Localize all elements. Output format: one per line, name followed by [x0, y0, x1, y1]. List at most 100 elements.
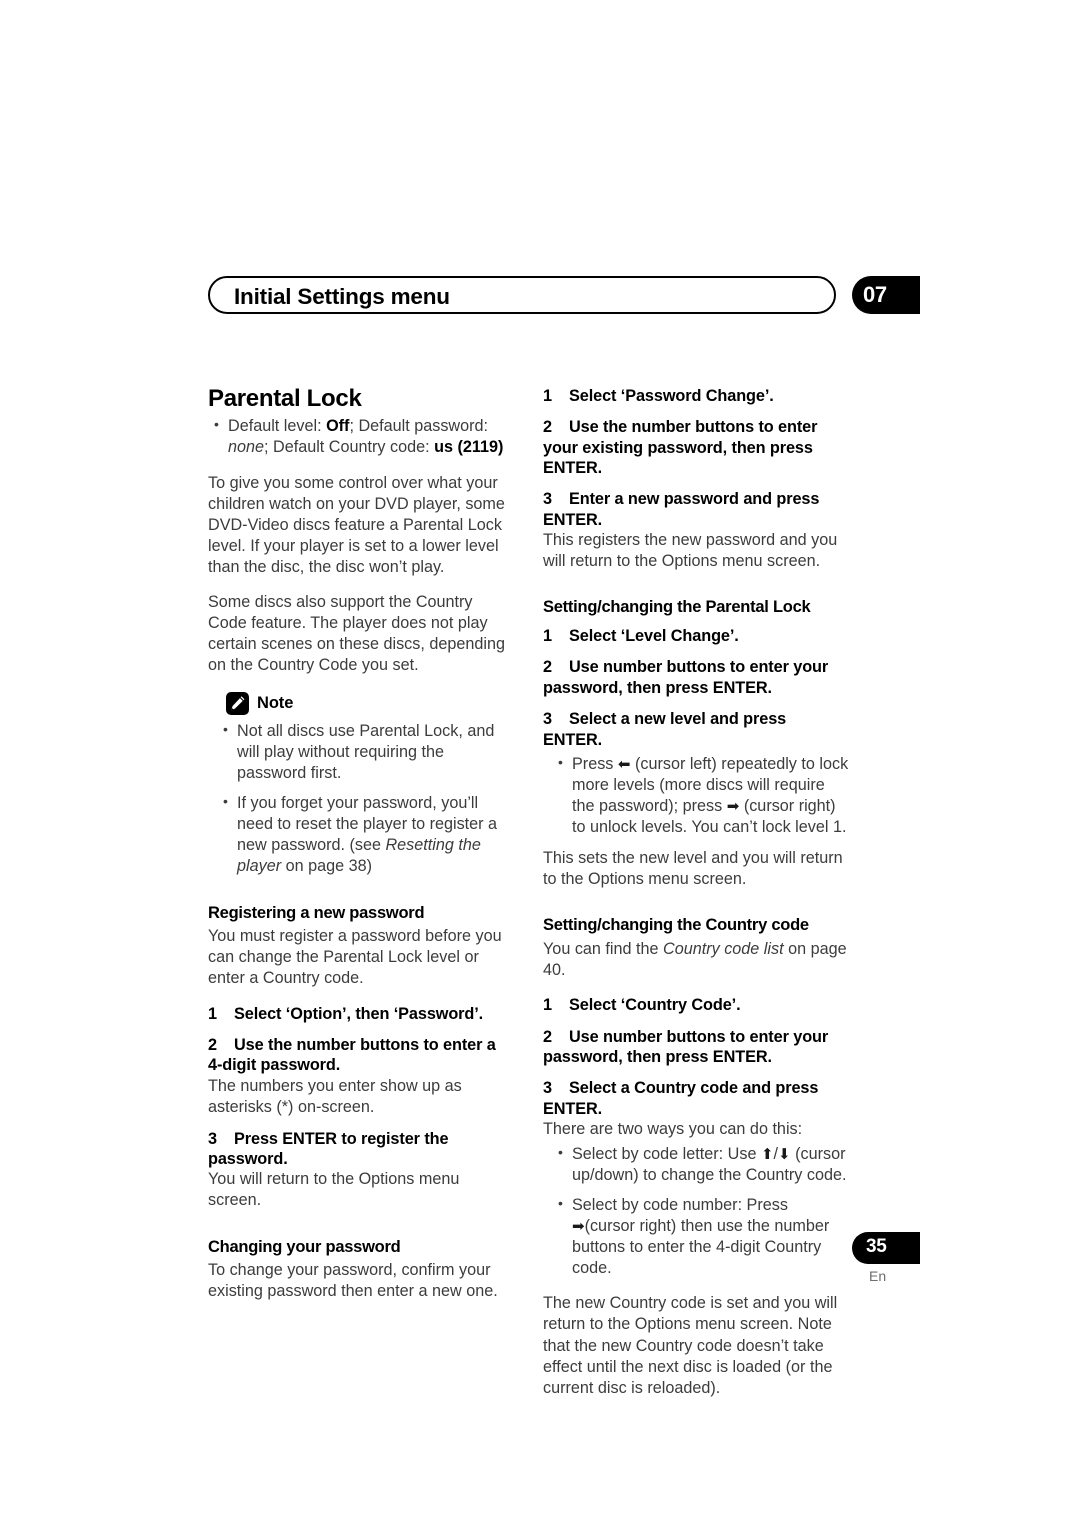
- step-text: Use the number buttons to enter your exi…: [543, 418, 818, 478]
- step-item: 1 Select ‘Country Code’.: [543, 995, 849, 1015]
- chapter-title-pill: Initial Settings menu: [208, 276, 836, 314]
- defaults-mid2: ; Default Country code:: [264, 438, 435, 457]
- step-item: 3 Press ENTER to register the password. Y…: [208, 1129, 514, 1212]
- step-heading: 1 Select ‘Level Change’.: [543, 626, 849, 646]
- note-label: Note: [257, 694, 294, 713]
- step-item: 1 Select ‘Option’, then ‘Password’.: [208, 1004, 514, 1024]
- step-body: The numbers you enter show up as asteris…: [208, 1076, 462, 1116]
- step-number: 2: [543, 658, 552, 677]
- step-number: 2: [543, 1027, 552, 1046]
- step-text: Press ENTER to register the password.: [208, 1129, 449, 1169]
- parental-lock-closing: This sets the new level and you will ret…: [543, 849, 843, 889]
- step-body: There are two ways you can do this:: [543, 1119, 803, 1138]
- chapter-number-badge: 07: [852, 276, 920, 314]
- step-item: 1 Select ‘Password Change’.: [543, 386, 849, 406]
- step-number: 2: [208, 1035, 217, 1054]
- step-text: Use number buttons to enter your passwor…: [543, 658, 829, 697]
- step-number: 2: [543, 418, 552, 437]
- cursor-up-arrow-icon: ⬆: [760, 1146, 774, 1164]
- note-bullet-suffix: on page 38): [281, 857, 372, 876]
- changing-intro: To change your password, confirm your ex…: [208, 1261, 498, 1301]
- country-code-paragraph: Some discs also support the Country Code…: [208, 592, 505, 675]
- country-code-bullet-list: Select by code letter: Use ⬆/⬇ (cursor u…: [552, 1143, 849, 1279]
- step-text: Select ‘Option’, then ‘Password’.: [234, 1004, 484, 1023]
- country-code-closing: The new Country code is set and you will…: [543, 1294, 838, 1397]
- note-block: Note Not all discs use Parental Lock, an…: [208, 692, 514, 877]
- cursor-right-arrow-icon: ➡: [726, 798, 740, 815]
- country-code-intro-prefix: You can find the: [543, 940, 664, 959]
- step-item: 3 Enter a new password and press ENTER. T…: [543, 489, 849, 572]
- list-item: Default level: Off; Default password: no…: [208, 415, 514, 458]
- list-item: Select by code number: Press ➡(cursor ri…: [552, 1194, 849, 1279]
- step-number: 1: [543, 996, 552, 1015]
- step-heading: 3 Press ENTER to register the password.: [208, 1129, 514, 1170]
- heading-setting-country-code: Setting/changing the Country code: [543, 916, 809, 935]
- cursor-left-arrow-icon: ⬅: [617, 755, 631, 773]
- country-code-list-reference: Country code list: [663, 940, 784, 959]
- step-heading: 1 Select ‘Country Code’.: [543, 995, 849, 1015]
- cursor-right-arrow-icon: ➡: [572, 1218, 585, 1236]
- country-code-intro: You can find the Country code list on pa…: [543, 939, 849, 981]
- step-heading: 3 Select a new level and press ENTER.: [543, 709, 849, 750]
- heading-setting-parental-lock: Setting/changing the Parental Lock: [543, 598, 811, 617]
- step-item: 3 Select a Country code and press ENTER. …: [543, 1078, 849, 1140]
- note-header: Note: [226, 692, 514, 716]
- page-title: Initial Settings menu: [234, 284, 450, 309]
- defaults-prefix: Default level:: [228, 417, 327, 436]
- page-number-badge: 35: [852, 1232, 920, 1264]
- by-number-part-1: Select by code number: Press: [572, 1196, 788, 1215]
- left-column: Parental Lock Default level: Off; Defaul…: [208, 385, 514, 1302]
- step-number: 3: [543, 490, 552, 509]
- step-heading: 2 Use number buttons to enter your passwo…: [543, 1027, 849, 1068]
- page-language-label: En: [869, 1268, 887, 1284]
- step-heading: 1 Select ‘Password Change’.: [543, 386, 849, 406]
- step-number: 3: [543, 710, 552, 729]
- step-text: Select a Country code and press ENTER.: [543, 1079, 819, 1118]
- registering-intro: You must register a password before you …: [208, 927, 502, 988]
- bullet-part-1: Press: [572, 754, 618, 773]
- step-number: 3: [208, 1129, 217, 1148]
- step-text: Select ‘Country Code’.: [569, 996, 741, 1015]
- list-item: Select by code letter: Use ⬆/⬇ (cursor u…: [552, 1143, 849, 1186]
- step-number: 1: [543, 627, 552, 646]
- list-item: Not all discs use Parental Lock, and wil…: [217, 720, 514, 784]
- step-body: This registers the new password and you …: [543, 531, 838, 571]
- step-item: 2 Use the number buttons to enter a 4-dig…: [208, 1035, 514, 1118]
- by-letter-part-1: Select by code letter: Use: [572, 1145, 761, 1164]
- step-text: Select ‘Level Change’.: [569, 627, 739, 646]
- step-heading: 1 Select ‘Option’, then ‘Password’.: [208, 1004, 514, 1024]
- step-text: Enter a new password and press ENTER.: [543, 490, 820, 529]
- step-number: 1: [543, 387, 552, 405]
- default-password-value: none: [228, 438, 265, 457]
- step-text: Use number buttons to enter your passwor…: [543, 1027, 829, 1066]
- step-body: You will return to the Options menu scre…: [208, 1170, 460, 1210]
- step-item: 1 Select ‘Level Change’.: [543, 626, 849, 646]
- step-item: 3 Select a new level and press ENTER.: [543, 709, 849, 750]
- chapter-number-label: 07: [863, 282, 887, 307]
- step-item: 2 Use number buttons to enter your passwo…: [543, 657, 849, 698]
- default-level-value: Off: [326, 417, 350, 436]
- list-item: If you forget your password, you’ll need…: [217, 792, 514, 877]
- list-item: Press ⬅ (cursor left) repeatedly to lock…: [552, 753, 849, 838]
- defaults-list: Default level: Off; Default password: no…: [208, 415, 514, 458]
- page-number-label: 35: [866, 1236, 887, 1257]
- step-heading: 3 Enter a new password and press ENTER.: [543, 489, 849, 530]
- step-text: Select a new level and press ENTER.: [543, 710, 787, 749]
- step-number: 3: [543, 1079, 552, 1098]
- pencil-note-icon: [226, 692, 249, 716]
- step-heading: 2 Use number buttons to enter your passwo…: [543, 657, 849, 698]
- heading-changing-password: Changing your password: [208, 1237, 401, 1256]
- default-country-code-value: us (2119): [434, 438, 504, 457]
- right-column: 1 Select ‘Password Change’. 2 Use the numb…: [543, 386, 849, 1399]
- step-heading: 2 Use the number buttons to enter your ex…: [543, 417, 849, 478]
- cursor-down-arrow-icon: ⬇: [778, 1146, 791, 1164]
- parental-lock-bullet-list: Press ⬅ (cursor left) repeatedly to lock…: [552, 753, 849, 838]
- step-heading: 3 Select a Country code and press ENTER.: [543, 1078, 849, 1119]
- step-item: 2 Use the number buttons to enter your ex…: [543, 417, 849, 478]
- defaults-mid: ; Default password:: [349, 417, 489, 436]
- step-heading: 2 Use the number buttons to enter a 4-dig…: [208, 1035, 514, 1076]
- step-text: Select ‘Password Change’.: [569, 387, 774, 405]
- by-number-part-2: (cursor right) then use the number butto…: [572, 1217, 830, 1278]
- step-number: 1: [208, 1004, 217, 1023]
- section-title-parental-lock: Parental Lock: [208, 385, 362, 412]
